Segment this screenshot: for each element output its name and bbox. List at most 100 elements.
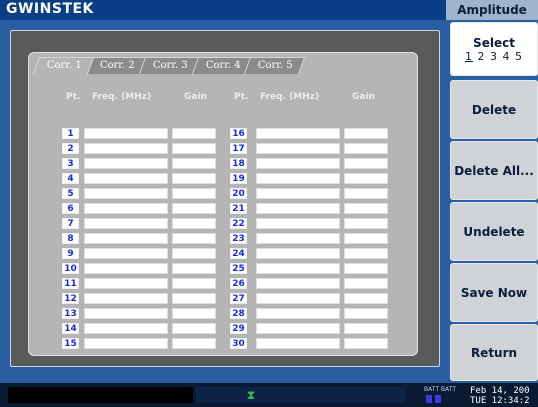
gain-field-left[interactable] (172, 233, 216, 244)
gain-field-right[interactable] (344, 248, 388, 259)
brand-logo: GWINSTEK (6, 1, 94, 17)
freq-field-left[interactable] (84, 188, 168, 199)
select-button[interactable]: Select 1 2 3 4 5 (450, 22, 538, 76)
freq-field-left[interactable] (84, 263, 168, 274)
date-text: Feb 14, 200 (470, 386, 530, 396)
gain-field-left[interactable] (172, 173, 216, 184)
header-freq-left: Freq. (MHz) (92, 92, 152, 102)
gain-field-right[interactable] (344, 188, 388, 199)
tab-label: Corr. 1 (46, 60, 82, 71)
freq-field-right[interactable] (256, 248, 340, 259)
point-number: 20 (230, 188, 247, 199)
gain-field-left[interactable] (172, 218, 216, 229)
gain-field-left[interactable] (172, 128, 216, 139)
gain-field-right[interactable] (344, 323, 388, 334)
freq-field-right[interactable] (256, 218, 340, 229)
freq-field-right[interactable] (256, 323, 340, 334)
point-number: 11 (62, 278, 79, 289)
save-now-button[interactable]: Save Now (450, 263, 538, 322)
freq-field-left[interactable] (84, 338, 168, 349)
freq-field-left[interactable] (84, 278, 168, 289)
freq-field-right[interactable] (256, 233, 340, 244)
tab-corr-1[interactable]: Corr. 1 (32, 57, 94, 74)
gain-field-left[interactable] (172, 263, 216, 274)
gain-field-left[interactable] (172, 203, 216, 214)
freq-field-left[interactable] (84, 173, 168, 184)
header-gain-right: Gain (352, 92, 375, 102)
freq-field-right[interactable] (256, 308, 340, 319)
top-bar: GWINSTEK (0, 0, 446, 20)
freq-field-left[interactable] (84, 293, 168, 304)
point-number: 8 (62, 233, 79, 244)
delete-all-button[interactable]: Delete All... (450, 141, 538, 200)
select-option-5: 5 (515, 49, 523, 63)
gain-field-right[interactable] (344, 263, 388, 274)
status-message-area (8, 387, 193, 403)
freq-field-left[interactable] (84, 308, 168, 319)
freq-field-right[interactable] (256, 263, 340, 274)
tab-corr-5[interactable]: Corr. 5 (244, 57, 306, 74)
gain-field-right[interactable] (344, 173, 388, 184)
freq-field-right[interactable] (256, 158, 340, 169)
gain-field-right[interactable] (344, 143, 388, 154)
freq-field-right[interactable] (256, 188, 340, 199)
point-number: 10 (62, 263, 79, 274)
freq-field-left[interactable] (84, 158, 168, 169)
gain-field-left[interactable] (172, 188, 216, 199)
point-number: 26 (230, 278, 247, 289)
gain-field-left[interactable] (172, 308, 216, 319)
freq-field-left[interactable] (84, 233, 168, 244)
point-number: 19 (230, 173, 247, 184)
gain-field-right[interactable] (344, 338, 388, 349)
hourglass-icon: ⧗ (246, 388, 256, 402)
tab-label: Corr. 2 (99, 60, 135, 71)
point-number: 5 (62, 188, 79, 199)
freq-field-right[interactable] (256, 128, 340, 139)
status-middle-area (196, 387, 406, 403)
gain-field-left[interactable] (172, 278, 216, 289)
gain-field-right[interactable] (344, 203, 388, 214)
tab-label: Corr. 4 (205, 60, 241, 71)
freq-field-left[interactable] (84, 218, 168, 229)
freq-field-right[interactable] (256, 293, 340, 304)
freq-field-left[interactable] (84, 143, 168, 154)
gain-field-left[interactable] (172, 143, 216, 154)
select-option-1: 1 (465, 49, 473, 63)
gain-field-right[interactable] (344, 293, 388, 304)
gain-field-left[interactable] (172, 158, 216, 169)
freq-field-right[interactable] (256, 203, 340, 214)
point-number: 30 (230, 338, 247, 349)
header-gain-left: Gain (184, 92, 207, 102)
freq-field-right[interactable] (256, 338, 340, 349)
gain-field-right[interactable] (344, 128, 388, 139)
freq-field-left[interactable] (84, 203, 168, 214)
point-number: 1 (62, 128, 79, 139)
gain-field-left[interactable] (172, 338, 216, 349)
point-number: 17 (230, 143, 247, 154)
freq-field-left[interactable] (84, 248, 168, 259)
gain-field-left[interactable] (172, 248, 216, 259)
point-number: 25 (230, 263, 247, 274)
gain-field-right[interactable] (344, 233, 388, 244)
tab-corr-3[interactable]: Corr. 3 (138, 57, 200, 74)
gain-field-right[interactable] (344, 158, 388, 169)
freq-field-right[interactable] (256, 143, 340, 154)
header-freq-right: Freq. (MHz) (260, 92, 320, 102)
select-option-3: 3 (490, 49, 498, 63)
delete-button[interactable]: Delete (450, 80, 538, 139)
analyzer-screen: GWINSTEK Corr. 1 Corr. 2 Corr. 3 Corr. 4 Cor… (0, 0, 538, 407)
freq-field-left[interactable] (84, 128, 168, 139)
freq-field-right[interactable] (256, 278, 340, 289)
tab-corr-2[interactable]: Corr. 2 (85, 57, 147, 74)
return-button[interactable]: Return (450, 324, 538, 381)
gain-field-right[interactable] (344, 308, 388, 319)
tab-corr-4[interactable]: Corr. 4 (191, 57, 253, 74)
gain-field-left[interactable] (172, 293, 216, 304)
undelete-button[interactable]: Undelete (450, 202, 538, 261)
gain-field-right[interactable] (344, 218, 388, 229)
freq-field-right[interactable] (256, 173, 340, 184)
freq-field-left[interactable] (84, 323, 168, 334)
point-number: 13 (62, 308, 79, 319)
gain-field-left[interactable] (172, 323, 216, 334)
gain-field-right[interactable] (344, 278, 388, 289)
